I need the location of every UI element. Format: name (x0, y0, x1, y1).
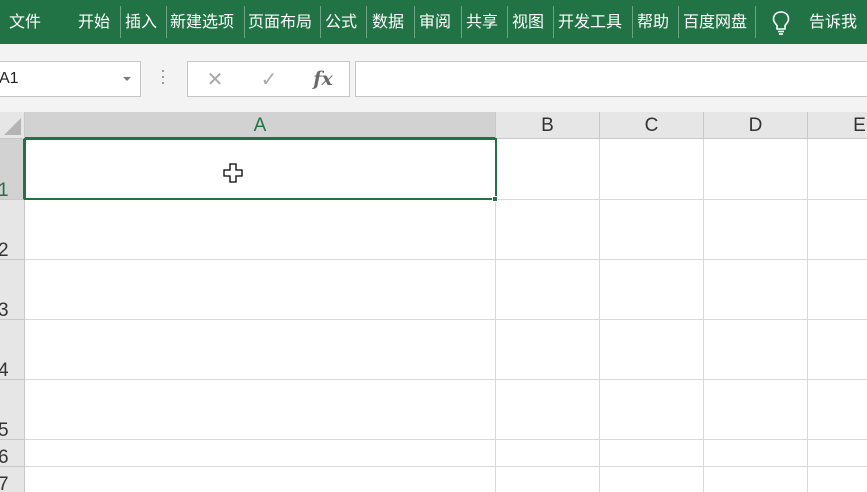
select-all-icon (4, 118, 21, 135)
row-gridline (25, 466, 867, 467)
tab-home[interactable]: 开始 (78, 0, 116, 44)
tab-share[interactable]: 共享 (466, 0, 504, 44)
row-gridline (25, 439, 867, 440)
row-number: 6 (0, 447, 9, 466)
excel-window: 文件 开始 插入 新建选项 页面布局 公式 数据 审阅 共享 视图 开发工具 帮… (0, 0, 867, 492)
insert-function-icon[interactable]: fx (304, 62, 342, 96)
tab-baidu-netdisk[interactable]: 百度网盘 (683, 0, 753, 44)
tab-view[interactable]: 视图 (512, 0, 550, 44)
row-gridline (25, 319, 867, 320)
row-header-3[interactable]: 3 (0, 260, 25, 320)
tab-page-layout[interactable]: 页面布局 (248, 0, 318, 44)
tab-separator (166, 6, 167, 38)
tab-data[interactable]: 数据 (372, 0, 410, 44)
row-header-4[interactable]: 4 (0, 320, 25, 380)
tab-file[interactable]: 文件 (9, 0, 49, 44)
row-header-2[interactable]: 2 (0, 200, 25, 260)
tab-separator (366, 6, 367, 38)
row-header-1[interactable]: 1 (0, 139, 25, 200)
tab-formulas[interactable]: 公式 (325, 0, 363, 44)
cell-select-cursor-icon (223, 163, 243, 183)
tab-insert[interactable]: 插入 (125, 0, 163, 44)
row-number: 2 (0, 240, 9, 259)
column-header-d[interactable]: D (704, 112, 808, 139)
enter-icon[interactable]: ✓ (250, 62, 288, 96)
row-header-6[interactable]: 6 (0, 440, 25, 467)
fill-handle[interactable] (492, 196, 498, 202)
column-header-b[interactable]: B (496, 112, 600, 139)
row-number: 1 (0, 180, 9, 199)
row-gridline (25, 379, 867, 380)
row-header-5[interactable]: 5 (0, 380, 25, 440)
tell-me-search[interactable]: 告诉我 (809, 0, 867, 44)
tab-new-options[interactable]: 新建选项 (170, 0, 242, 44)
row-header-7[interactable]: 7 (0, 467, 25, 492)
row-gridline (25, 259, 867, 260)
name-box[interactable]: A1 (0, 61, 141, 97)
chevron-down-icon[interactable] (123, 77, 131, 81)
formula-buttons: ✕ ✓ fx (187, 61, 350, 97)
tab-separator (678, 6, 679, 38)
tab-review[interactable]: 审阅 (419, 0, 457, 44)
formula-input[interactable] (355, 61, 867, 97)
tab-separator (553, 6, 554, 38)
tab-separator (632, 6, 633, 38)
name-box-value: A1 (0, 70, 19, 87)
tab-separator (320, 6, 321, 38)
drag-handle-icon[interactable] (161, 68, 165, 88)
tab-separator (755, 6, 756, 38)
column-header-c[interactable]: C (600, 112, 704, 139)
column-header-e[interactable]: E (808, 112, 867, 139)
active-cell-a1[interactable] (24, 138, 497, 200)
tab-separator (461, 6, 462, 38)
row-number: 3 (0, 300, 9, 319)
row-number: 5 (0, 420, 9, 439)
cancel-icon[interactable]: ✕ (196, 62, 234, 96)
lightbulb-icon[interactable] (771, 10, 791, 36)
tab-help[interactable]: 帮助 (637, 0, 675, 44)
tab-separator (507, 6, 508, 38)
row-number: 4 (0, 360, 9, 379)
ribbon-tab-bar: 文件 开始 插入 新建选项 页面布局 公式 数据 审阅 共享 视图 开发工具 帮… (0, 0, 867, 44)
row-number: 7 (0, 474, 9, 492)
tab-separator (120, 6, 121, 38)
tab-separator (414, 6, 415, 38)
formula-bar-area: A1 ✕ ✓ fx (0, 44, 867, 112)
select-all-button[interactable] (0, 112, 25, 139)
tab-separator (244, 6, 245, 38)
tab-developer[interactable]: 开发工具 (558, 0, 630, 44)
column-header-a[interactable]: A (25, 112, 496, 139)
